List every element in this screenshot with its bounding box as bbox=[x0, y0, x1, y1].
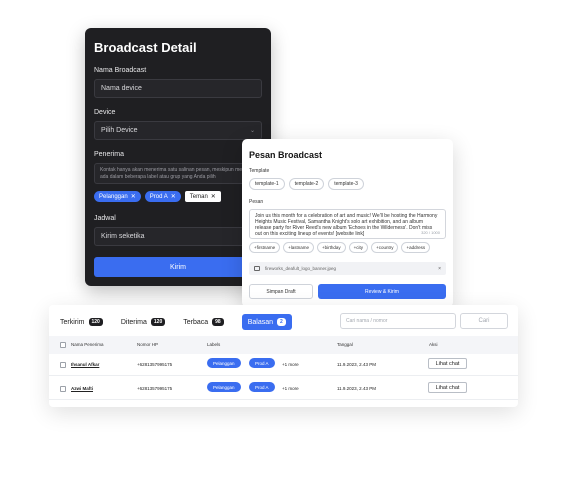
tab-diterima[interactable]: Diterima 120 bbox=[120, 318, 166, 326]
count-badge: 120 bbox=[150, 318, 166, 326]
device-select[interactable]: Pilih Device ⌄ bbox=[94, 121, 262, 140]
variable-chip[interactable]: +lastname bbox=[283, 242, 315, 253]
kirim-button[interactable]: Kirim bbox=[94, 257, 262, 277]
chevron-down-icon: ⌄ bbox=[249, 128, 255, 134]
table-header: Nama Penerima Nomor HP Labels Tanggal Ak… bbox=[49, 336, 518, 354]
close-icon[interactable]: ✕ bbox=[171, 193, 176, 200]
recipients-table-panel: Terkirim 120 Diterima 120 Terbaca 98 Bal… bbox=[49, 305, 518, 407]
header-name: Nama Penerima bbox=[71, 342, 104, 347]
tab-terkirim[interactable]: Terkirim 120 bbox=[60, 318, 103, 326]
jadwal-label: Jadwal bbox=[94, 215, 116, 222]
header-date: Tanggal bbox=[337, 342, 353, 347]
penerima-note: Kontak hanya akan menerima satu salinan … bbox=[94, 163, 262, 184]
variable-list: +firstname +lastname +birthday +city +co… bbox=[249, 242, 446, 253]
search-button[interactable]: Cari bbox=[460, 313, 508, 329]
variable-chip[interactable]: +firstname bbox=[249, 242, 281, 253]
view-chat-button[interactable]: Lihat chat bbox=[428, 382, 467, 393]
chip-label: Prod A bbox=[149, 193, 168, 200]
sent-date: 11.9.2023, 2.43 PM bbox=[337, 362, 376, 367]
variable-chip[interactable]: +address bbox=[401, 242, 431, 253]
recipient-name[interactable]: Ihsanul Afkar bbox=[71, 362, 99, 367]
view-chat-button[interactable]: Lihat chat bbox=[428, 358, 467, 369]
tab-label: Terbaca bbox=[183, 318, 209, 326]
variable-chip[interactable]: +birthday bbox=[317, 242, 346, 253]
chip-teman[interactable]: Teman ✕ bbox=[184, 191, 221, 202]
count-badge: 98 bbox=[212, 318, 224, 326]
device-select-value: Pilih Device bbox=[101, 127, 138, 134]
variable-chip[interactable]: +city bbox=[348, 242, 369, 253]
broadcast-detail-title: Broadcast Detail bbox=[94, 40, 197, 55]
pesan-label: Pesan bbox=[249, 199, 264, 205]
template-chip[interactable]: template-3 bbox=[328, 178, 364, 190]
template-chip[interactable]: template-1 bbox=[249, 178, 285, 190]
chip-pelanggan[interactable]: Pelanggan ✕ bbox=[94, 191, 141, 202]
message-actions: Simpan Draft Review & Kirim bbox=[249, 284, 446, 299]
count-badge: 120 bbox=[88, 318, 103, 326]
label-badge: Pelanggan bbox=[207, 358, 241, 368]
nama-broadcast-input[interactable]: Nama device bbox=[94, 79, 262, 98]
close-icon[interactable]: × bbox=[438, 266, 441, 272]
count-badge: 2 bbox=[277, 318, 286, 326]
chip-label: Teman bbox=[189, 193, 208, 200]
template-chip[interactable]: template-2 bbox=[288, 178, 325, 190]
tab-balasan[interactable]: Balasan 2 bbox=[241, 314, 292, 330]
device-label: Device bbox=[94, 109, 116, 116]
row-checkbox[interactable] bbox=[60, 362, 66, 368]
header-phone: Nomor HP bbox=[137, 342, 159, 347]
variable-chip[interactable]: +country bbox=[371, 242, 399, 253]
mockup-stage: Broadcast Detail Nama Broadcast Nama dev… bbox=[0, 0, 569, 479]
recipient-phone: +6281357995175 bbox=[137, 362, 173, 367]
tab-terbaca[interactable]: Terbaca 98 bbox=[183, 318, 224, 326]
header-action: Aksi bbox=[429, 342, 438, 347]
more-labels[interactable]: +1 more bbox=[282, 386, 299, 391]
status-tabs: Terkirim 120 Diterima 120 Terbaca 98 Bal… bbox=[60, 314, 292, 330]
tab-label: Terkirim bbox=[60, 318, 85, 326]
attachment-name: fireworks_deafult_logo_banner.jpeg bbox=[265, 266, 337, 271]
nama-broadcast-label: Nama Broadcast bbox=[94, 67, 147, 74]
table-row: Azwi Mafti +6281357995175 Pelanggan Prod… bbox=[49, 378, 518, 400]
message-text: Join us this month for a celebration of … bbox=[255, 213, 438, 237]
recipient-phone: +6281357995175 bbox=[137, 386, 173, 391]
jadwal-select-value: Kirim seketika bbox=[101, 233, 145, 240]
image-icon bbox=[254, 266, 260, 271]
close-icon[interactable]: ✕ bbox=[131, 193, 136, 200]
label-badge: Pelanggan bbox=[207, 382, 241, 392]
chip-label: Pelanggan bbox=[99, 193, 128, 200]
search-input[interactable]: Cari nama / nomor bbox=[340, 313, 456, 329]
tab-label: Diterima bbox=[120, 318, 147, 326]
jadwal-select[interactable]: Kirim seketika bbox=[94, 227, 262, 246]
row-checkbox[interactable] bbox=[60, 386, 66, 392]
template-list: template-1 template-2 template-3 bbox=[249, 178, 446, 190]
penerima-label: Penerima bbox=[94, 151, 124, 158]
select-all-checkbox[interactable] bbox=[60, 342, 66, 348]
pesan-broadcast-panel: Pesan Broadcast Template template-1 temp… bbox=[242, 139, 453, 307]
search-placeholder: Cari nama / nomor bbox=[346, 318, 388, 324]
chip-prod-a[interactable]: Prod A ✕ bbox=[144, 191, 181, 202]
recipient-chips: Pelanggan ✕ Prod A ✕ Teman ✕ bbox=[94, 191, 262, 202]
table-row: Ihsanul Afkar +6281357995175 Pelanggan P… bbox=[49, 354, 518, 376]
pesan-broadcast-title: Pesan Broadcast bbox=[249, 150, 323, 160]
close-icon[interactable]: ✕ bbox=[211, 193, 216, 200]
label-badge: Prod A bbox=[249, 382, 275, 392]
message-textarea[interactable]: Join us this month for a celebration of … bbox=[249, 209, 446, 239]
nama-broadcast-placeholder: Nama device bbox=[101, 85, 142, 92]
attachment-row: fireworks_deafult_logo_banner.jpeg × bbox=[249, 262, 446, 275]
recipient-name[interactable]: Azwi Mafti bbox=[71, 386, 93, 391]
template-label: Template bbox=[249, 168, 270, 174]
char-counter: 320 / 1000 bbox=[421, 230, 440, 235]
save-draft-button[interactable]: Simpan Draft bbox=[249, 284, 313, 299]
header-labels: Labels bbox=[207, 342, 221, 347]
review-send-button[interactable]: Review & Kirim bbox=[318, 284, 446, 299]
tab-label: Balasan bbox=[247, 318, 274, 326]
sent-date: 11.9.2023, 2.43 PM bbox=[337, 386, 376, 391]
label-badge: Prod A bbox=[249, 358, 275, 368]
more-labels[interactable]: +1 more bbox=[282, 362, 299, 367]
